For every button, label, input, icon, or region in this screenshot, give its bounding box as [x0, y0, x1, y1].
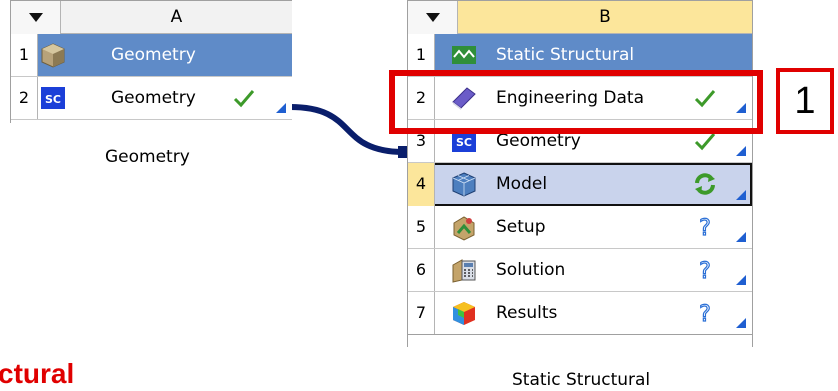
svg-text:SC: SC	[456, 136, 472, 149]
system-b-dropdown-button[interactable]	[408, 1, 458, 34]
static-structural-icon	[450, 41, 478, 69]
svg-text:?: ?	[699, 216, 711, 240]
spaceclaim-sc-icon: SC	[39, 84, 67, 112]
corner-expand-icon[interactable]	[736, 146, 746, 156]
dropdown-arrow-icon	[29, 13, 43, 22]
solution-icon	[450, 256, 478, 284]
row-label: Solution	[496, 260, 566, 280]
engineering-data-highlight-box	[389, 70, 763, 134]
row-label: Results	[496, 303, 558, 323]
system-a-row-2[interactable]: 2 SC Geometry	[11, 77, 292, 120]
system-b-header: B	[408, 1, 752, 34]
check-icon	[231, 85, 257, 111]
system-b-column-letter: B	[599, 7, 611, 27]
refresh-icon	[692, 171, 718, 197]
system-b-row-4[interactable]: 4 Model	[408, 163, 752, 206]
row-label: Geometry	[111, 45, 196, 65]
system-a-header: A	[11, 1, 292, 34]
corner-expand-icon[interactable]	[736, 190, 746, 200]
system-a-column-letter: A	[170, 7, 183, 27]
model-mesh-icon	[450, 170, 478, 198]
results-icon	[450, 299, 478, 327]
svg-text:SC: SC	[45, 93, 61, 106]
geometry-cube-icon	[39, 41, 67, 69]
system-b-row-7[interactable]: 7 Results ?	[408, 292, 752, 335]
dropdown-arrow-icon	[426, 13, 440, 22]
corner-expand-icon[interactable]	[276, 103, 286, 113]
callout-number: 1	[776, 68, 834, 134]
partial-title-text: ctural	[0, 358, 75, 389]
question-icon: ?	[692, 257, 718, 284]
row-label: Geometry	[111, 88, 196, 108]
svg-text:?: ?	[699, 259, 711, 283]
system-b-caption[interactable]: Static Structural	[512, 370, 650, 390]
row-number: 6	[408, 249, 435, 291]
corner-expand-icon[interactable]	[736, 318, 746, 328]
question-icon: ?	[692, 300, 718, 327]
row-number: 5	[408, 206, 435, 248]
row-number: 1	[11, 34, 38, 76]
system-b-static-structural[interactable]: B 1 Static Structural 2 Engineering Data…	[407, 0, 753, 347]
system-a-dropdown-button[interactable]	[11, 1, 61, 34]
corner-expand-icon[interactable]	[736, 232, 746, 242]
row-number: 2	[11, 77, 38, 119]
system-a-caption[interactable]: Geometry	[105, 147, 190, 167]
row-label: Setup	[496, 217, 546, 237]
system-a-geometry[interactable]: A 1 Geometry 2 SC Geometry	[10, 0, 292, 123]
svg-text:?: ?	[699, 302, 711, 326]
setup-icon	[450, 213, 478, 241]
row-number: 7	[408, 292, 435, 334]
system-b-row-5[interactable]: 5 Setup ?	[408, 206, 752, 249]
row-number: 4	[408, 163, 435, 206]
system-a-row-1[interactable]: 1 Geometry	[11, 34, 292, 77]
question-icon: ?	[692, 214, 718, 241]
system-b-row-6[interactable]: 6 Solution ?	[408, 249, 752, 292]
corner-expand-icon[interactable]	[736, 275, 746, 285]
row-label: Model	[496, 174, 548, 194]
